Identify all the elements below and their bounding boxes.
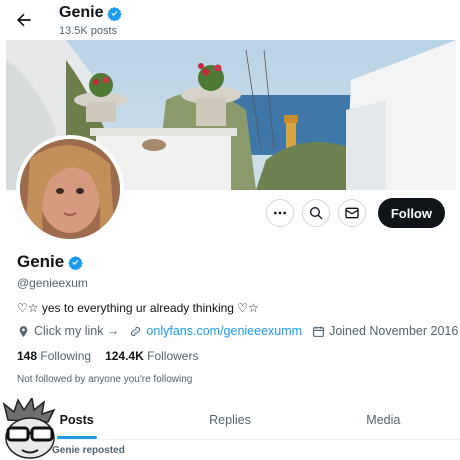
post-count: 13.5K posts <box>59 25 118 37</box>
message-button[interactable] <box>337 199 366 227</box>
header-name: Genie <box>59 4 123 22</box>
back-arrow-icon[interactable] <box>14 10 34 30</box>
more-icon <box>273 211 286 215</box>
avatar[interactable] <box>16 135 124 243</box>
follow-counts: 148 Following 124.4K Followers <box>17 349 198 363</box>
envelope-icon <box>345 207 359 219</box>
location-item: Click my link → <box>17 324 119 338</box>
mascot-watermark <box>0 396 60 460</box>
more-button[interactable] <box>265 199 294 227</box>
tab-media[interactable]: Media <box>307 400 460 439</box>
profile-actions: Follow <box>265 198 445 228</box>
search-button[interactable] <box>301 199 330 227</box>
profile-handle: @genieexum <box>17 276 88 290</box>
followers-link[interactable]: 124.4K Followers <box>105 349 198 363</box>
follow-button[interactable]: Follow <box>377 198 445 228</box>
joined-item: Joined November 2016 <box>312 324 458 338</box>
verified-badge-icon <box>68 255 83 270</box>
following-link[interactable]: 148 Following <box>17 349 91 363</box>
mascot-icon <box>2 396 56 459</box>
profile-bio: ♡☆ yes to everything ur already thinking… <box>17 301 259 315</box>
website-link[interactable]: onlyfans.com/genieeexumm <box>146 324 302 338</box>
search-icon <box>309 207 323 220</box>
profile-meta: Click my link → onlyfans.com/genieeexumm… <box>17 324 458 338</box>
location-pin-icon <box>19 325 28 337</box>
tab-replies[interactable]: Replies <box>153 400 306 439</box>
top-bar: Genie 13.5K posts <box>0 0 460 40</box>
profile-tabs: Posts Replies Media <box>0 400 460 440</box>
profile-name: Genie <box>17 252 83 272</box>
verified-badge-icon <box>107 6 123 21</box>
website-item[interactable]: onlyfans.com/genieeexumm <box>129 324 302 338</box>
calendar-icon <box>313 326 324 337</box>
avatar-image <box>20 139 120 239</box>
link-icon <box>131 326 141 336</box>
not-followed-note: Not followed by anyone you're following <box>17 374 193 385</box>
